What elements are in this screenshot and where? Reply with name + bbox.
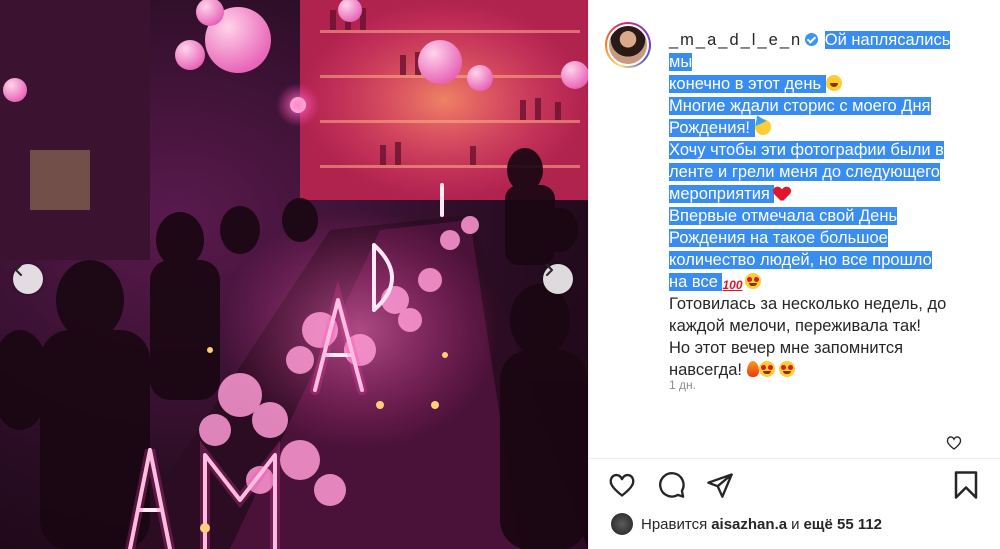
author-avatar[interactable] <box>605 22 651 68</box>
avatar-image <box>607 24 649 66</box>
bookmark-icon <box>954 471 978 499</box>
caption-line: навсегда! <box>669 361 742 379</box>
caption-line: Хочу чтобы эти фотографии были в <box>669 141 944 159</box>
previous-photo-button[interactable] <box>13 264 43 294</box>
caption-line: мероприятия <box>669 185 770 203</box>
caption-line: Многие ждали сторис с моего Дня <box>669 97 931 115</box>
caption-line: Рождения! <box>669 119 750 137</box>
caption-line: на все <box>669 273 718 291</box>
next-photo-button[interactable] <box>543 264 573 294</box>
caption-line: Впервые отмечала свой День <box>669 207 898 225</box>
heart-eyes-emoji-icon <box>779 361 796 377</box>
likes-conjunction: и <box>791 515 800 533</box>
likes-count-link[interactable]: ещё 55 112 <box>803 516 882 533</box>
likes-summary: Нравится aisazhan.a и ещё 55 112 <box>611 512 886 536</box>
author-username-link[interactable]: _m_a_d_l_e_n <box>669 31 802 49</box>
red-heart-emoji-icon <box>774 187 790 201</box>
hundred-points-emoji-icon: 100 <box>722 278 743 292</box>
save-button[interactable] <box>951 470 981 500</box>
verified-badge-icon <box>805 33 819 46</box>
party-photo-illustration <box>0 0 588 549</box>
post-details-panel: _m_a_d_l_e_n Ой наплясались мы конечно в… <box>588 0 1000 549</box>
heart-icon <box>609 473 635 497</box>
chevron-right-icon <box>546 264 553 276</box>
caption-line: каждой мелочи, переживала так! <box>669 317 922 335</box>
comment-icon <box>659 472 685 498</box>
caption-line: конечно в этот день <box>669 75 822 93</box>
heart-eyes-emoji-icon <box>745 273 762 289</box>
post-caption: _m_a_d_l_e_n Ой наплясались мы конечно в… <box>669 29 969 381</box>
liker-avatar[interactable] <box>611 513 633 535</box>
caption-line: ленте и грели меня до следующего <box>669 163 940 181</box>
caption-line: Рождения на такое большое <box>669 229 888 247</box>
caption-line: Готовилась за несколько недель, до <box>669 295 947 313</box>
fire-emoji-icon <box>746 361 759 377</box>
heart-eyes-emoji-icon <box>758 361 775 377</box>
likes-prefix: Нравится <box>641 515 708 533</box>
share-icon <box>707 473 733 498</box>
liker-username-link[interactable]: aisazhan.a <box>711 516 787 533</box>
rolling-laughing-emoji-icon <box>825 75 842 91</box>
comment-button[interactable] <box>657 470 687 500</box>
caption-line: количество людей, но все прошло <box>669 251 932 269</box>
post-timestamp[interactable]: 1 дн. <box>669 378 696 392</box>
caption-line: Но этот вечер мне запомнится <box>669 339 904 357</box>
share-button[interactable] <box>705 470 735 500</box>
party-face-emoji-icon <box>754 119 771 135</box>
comment-like-heart-icon[interactable] <box>945 434 963 452</box>
chevron-left-icon <box>15 264 22 276</box>
post-photo[interactable] <box>0 0 588 549</box>
like-button[interactable] <box>607 470 637 500</box>
post-actions-bar <box>589 458 1000 511</box>
